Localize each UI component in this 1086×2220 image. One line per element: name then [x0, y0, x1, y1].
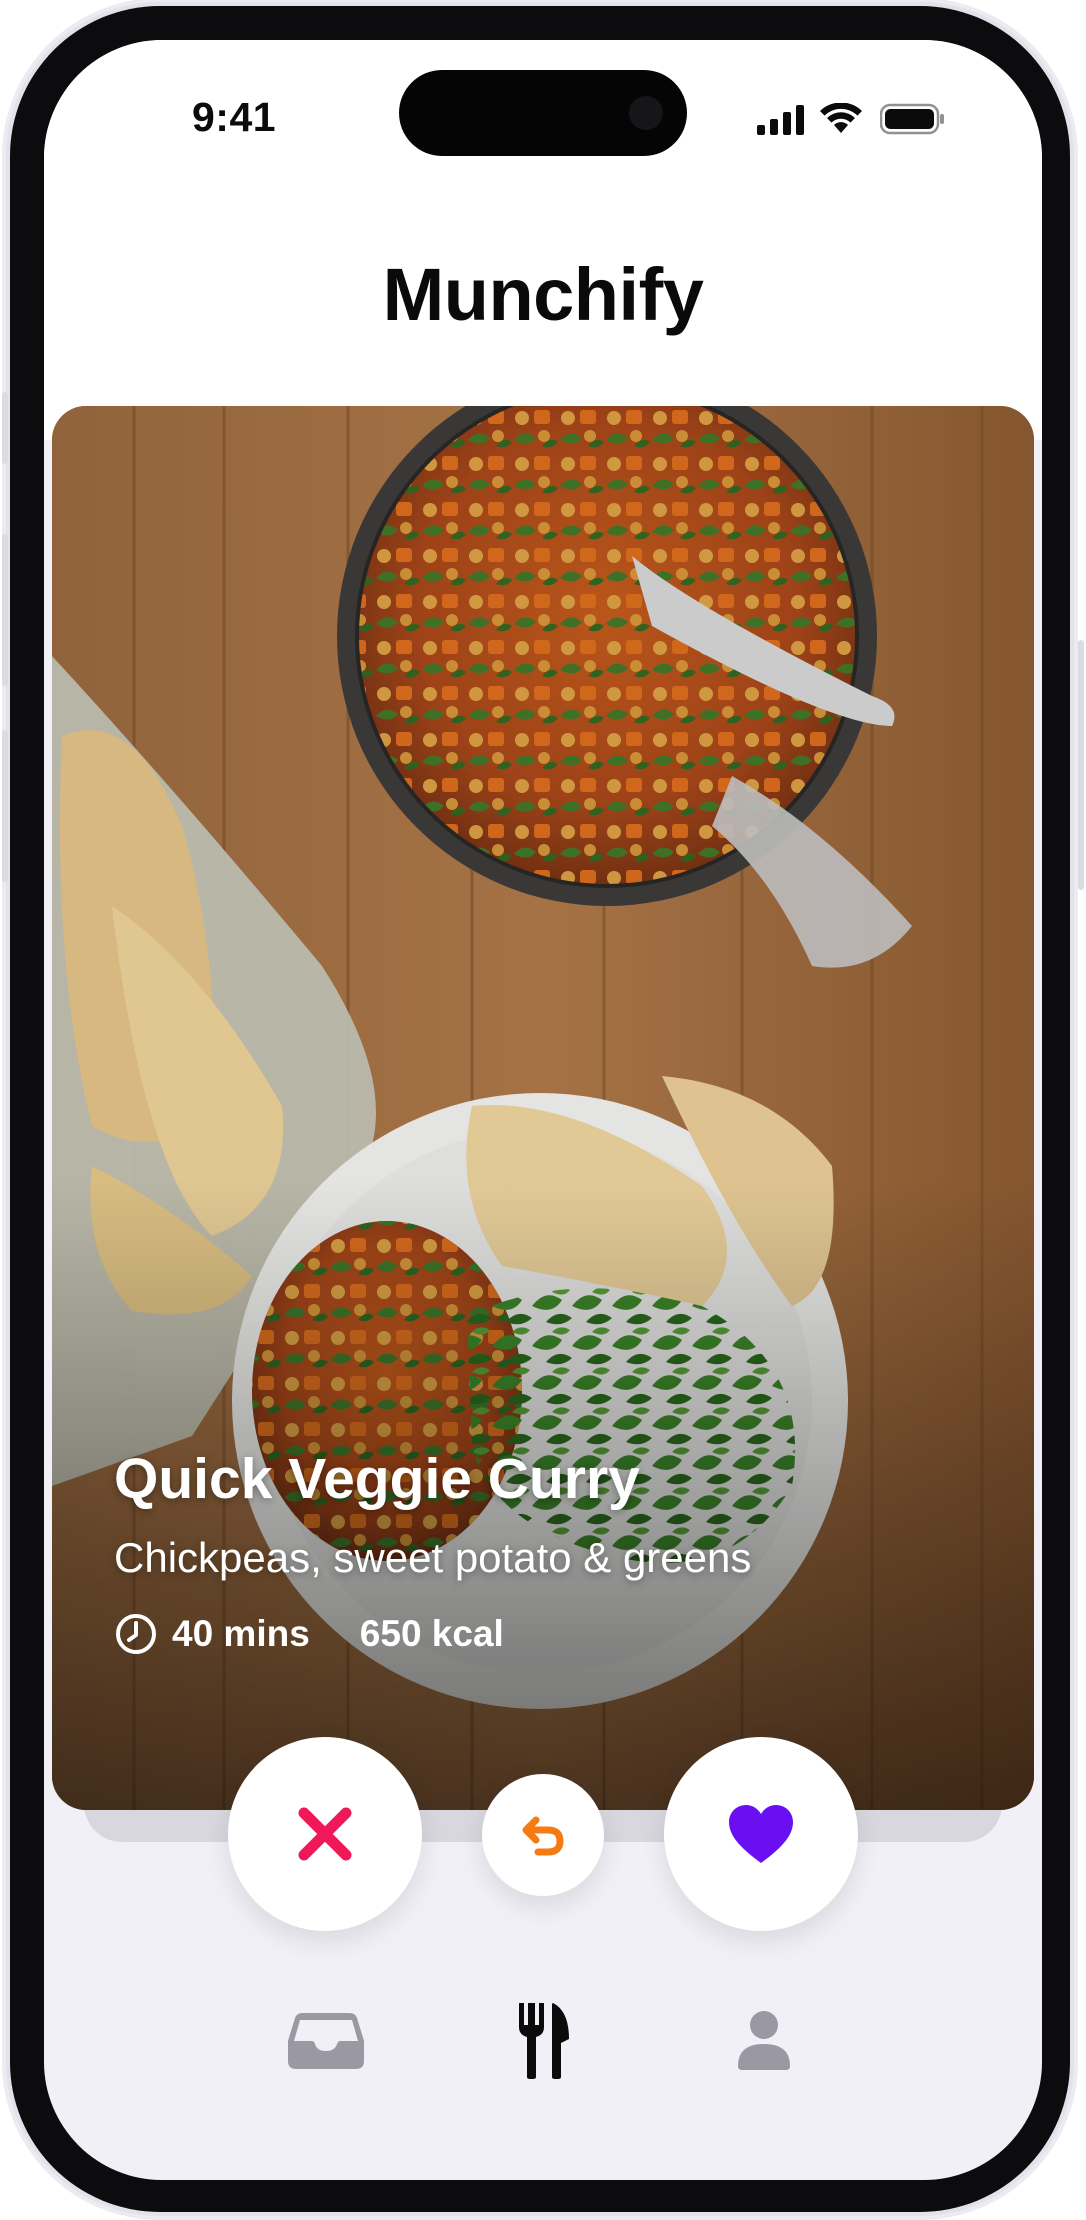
screen: 9:41 Munchify Quick Veggie Curry Chickpe…	[44, 40, 1042, 2180]
wifi-icon	[820, 103, 862, 133]
recipe-card[interactable]: Quick Veggie Curry Chickpeas, sweet pota…	[52, 406, 1034, 1810]
recipe-info: Quick Veggie Curry Chickpeas, sweet pota…	[114, 1446, 994, 1656]
status-time: 9:41	[192, 94, 277, 140]
tab-bar	[44, 1980, 1042, 2100]
tab-profile[interactable]	[704, 1980, 824, 2100]
recipe-time: 40 mins	[114, 1612, 310, 1656]
battery-icon	[880, 103, 944, 135]
dislike-button[interactable]	[228, 1737, 422, 1931]
recipe-title: Quick Veggie Curry	[114, 1447, 640, 1511]
recipe-subtitle: Chickpeas, sweet potato & greens	[114, 1534, 752, 1581]
power-button	[1078, 640, 1084, 890]
recipe-calories: 650 kcal	[360, 1613, 504, 1655]
fork-knife-icon	[519, 2003, 569, 2079]
inbox-tray-icon	[288, 2013, 364, 2069]
like-button[interactable]	[664, 1737, 858, 1931]
dynamic-island	[399, 70, 687, 156]
tab-recipes[interactable]	[483, 1980, 603, 2100]
recipe-calories-value: 650 kcal	[359, 1613, 504, 1654]
recipe-meta: 40 mins 650 kcal	[114, 1612, 994, 1656]
undo-icon	[522, 1816, 564, 1856]
cellular-signal-icon	[757, 105, 804, 135]
close-x-icon	[298, 1807, 352, 1861]
recipe-time-value: 40 mins	[172, 1613, 310, 1654]
header-area: 9:41 Munchify	[44, 40, 1042, 440]
clock-icon	[116, 1614, 156, 1654]
heart-icon	[729, 1805, 793, 1863]
app-title: Munchify	[382, 253, 704, 336]
tab-inbox[interactable]	[266, 1980, 386, 2100]
volume-up-button	[2, 534, 8, 686]
profile-icon	[738, 2011, 790, 2070]
action-button	[2, 392, 8, 464]
volume-down-button	[2, 730, 8, 882]
undo-button[interactable]	[482, 1774, 604, 1896]
